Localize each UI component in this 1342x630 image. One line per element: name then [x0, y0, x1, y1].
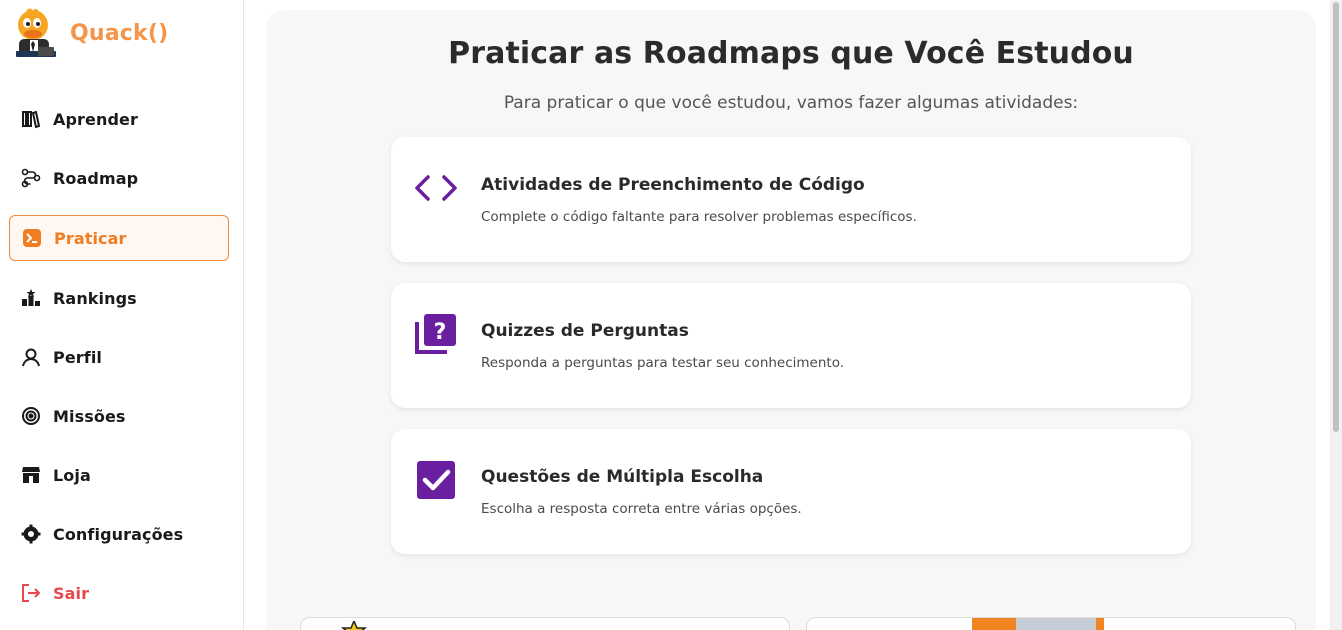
sidebar-item-roadmap[interactable]: Roadmap	[9, 155, 229, 201]
card-title: Quizzes de Perguntas	[481, 321, 689, 341]
star-icon	[340, 621, 368, 630]
card-multiple-choice[interactable]: Questões de Múltipla Escolha Escolha a r…	[391, 429, 1191, 554]
sidebar-item-rankings[interactable]: Rankings	[9, 275, 229, 321]
scrollbar-thumb[interactable]	[1333, 2, 1339, 432]
banner-strip	[1016, 618, 1096, 630]
sidebar-item-label: Sair	[53, 583, 90, 603]
card-description: Escolha a resposta correta entre várias …	[481, 501, 802, 517]
sidebar-item-praticar[interactable]: Praticar	[9, 215, 229, 261]
bottom-card-right[interactable]	[806, 617, 1296, 630]
sidebar-item-missoes[interactable]: Missões	[9, 393, 229, 439]
sidebar-item-label: Loja	[53, 465, 91, 485]
card-title: Atividades de Preenchimento de Código	[481, 175, 865, 195]
settings-icon	[20, 523, 42, 545]
duck-logo-icon	[16, 8, 56, 57]
sidebar: Quack() Aprender Roadmap Praticar Rankin…	[0, 0, 244, 630]
banner-strip	[1096, 618, 1104, 630]
sidebar-item-label: Configurações	[53, 524, 184, 544]
page-subtitle: Para praticar o que você estudou, vamos …	[503, 93, 1079, 113]
app-name: Quack()	[70, 20, 169, 46]
card-code-fill[interactable]: Atividades de Preenchimento de Código Co…	[391, 137, 1191, 262]
logout-icon	[20, 582, 42, 604]
card-description: Complete o código faltante para resolver…	[481, 209, 917, 225]
podium-icon	[20, 287, 42, 309]
sidebar-item-label: Missões	[53, 406, 126, 426]
target-icon	[20, 405, 42, 427]
sidebar-item-label: Perfil	[53, 347, 102, 367]
user-icon	[20, 346, 42, 368]
sidebar-item-aprender[interactable]: Aprender	[9, 96, 229, 142]
svg-text:?: ?	[434, 320, 447, 345]
main-panel: Praticar as Roadmaps que Você Estudou Pa…	[266, 10, 1316, 630]
sidebar-item-label: Praticar	[54, 228, 127, 248]
sidebar-item-loja[interactable]: Loja	[9, 452, 229, 498]
books-icon	[20, 108, 42, 130]
checkbox-icon	[413, 457, 459, 503]
sidebar-item-perfil[interactable]: Perfil	[9, 334, 229, 380]
roadmap-icon	[20, 167, 42, 189]
card-title: Questões de Múltipla Escolha	[481, 467, 764, 487]
store-icon	[20, 464, 42, 486]
card-quiz[interactable]: ? Quizzes de Perguntas Responda a pergun…	[391, 283, 1191, 408]
card-description: Responda a perguntas para testar seu con…	[481, 355, 845, 371]
quiz-icon: ?	[413, 311, 459, 357]
brand[interactable]: Quack()	[10, 6, 168, 60]
banner-strip	[972, 618, 1016, 630]
sidebar-item-configuracoes[interactable]: Configurações	[9, 511, 229, 557]
terminal-icon	[21, 227, 43, 249]
sidebar-item-label: Aprender	[53, 109, 138, 129]
code-brackets-icon	[413, 165, 459, 211]
page-scrollbar[interactable]	[1330, 0, 1342, 630]
page-title: Praticar as Roadmaps que Você Estudou	[448, 36, 1134, 71]
sidebar-item-label: Rankings	[53, 288, 137, 308]
sidebar-item-sair[interactable]: Sair	[9, 570, 229, 616]
bottom-card-left[interactable]	[300, 617, 790, 630]
sidebar-item-label: Roadmap	[53, 168, 139, 188]
